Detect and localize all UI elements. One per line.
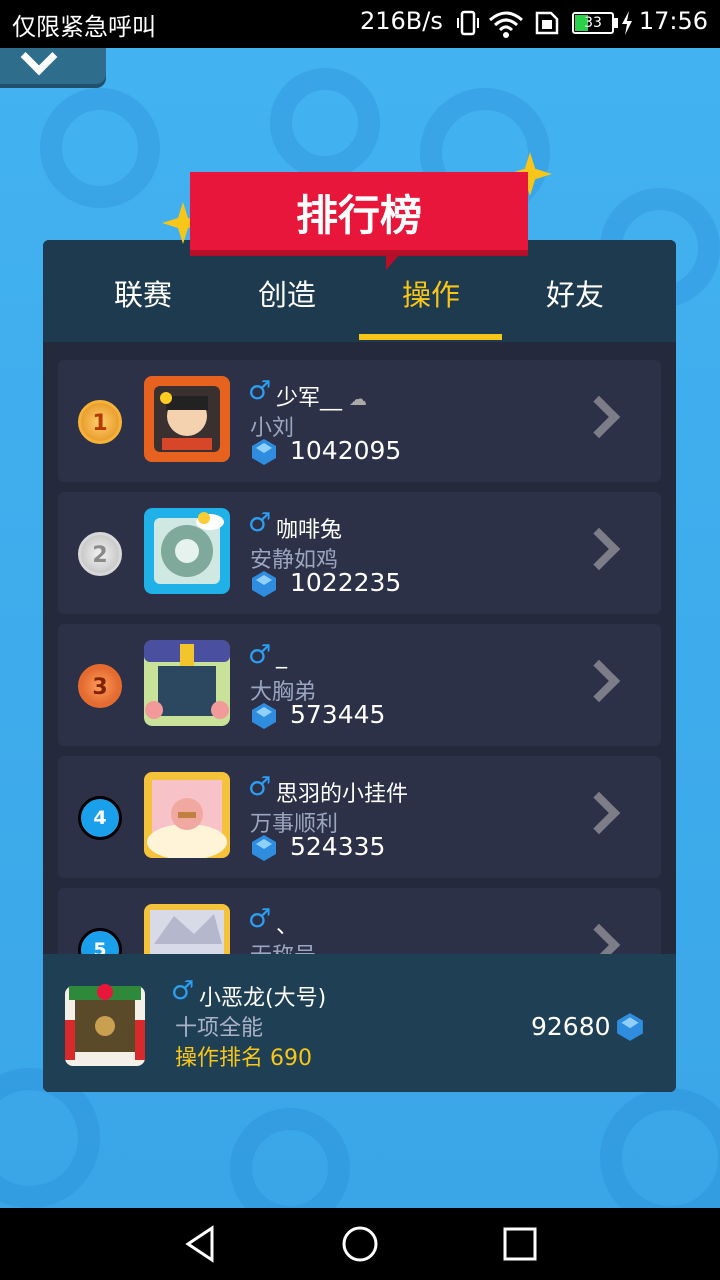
carrier-text: 仅限紧急呼叫 <box>12 13 156 41</box>
active-tab-indicator <box>359 334 502 340</box>
bg-decoration <box>40 88 160 208</box>
chevron-right-icon[interactable] <box>577 659 621 703</box>
my-name: 小恶龙(大号) <box>199 986 327 1011</box>
silver-medal-icon: 2 <box>78 532 122 576</box>
avatar <box>144 904 230 954</box>
navigation-bar <box>0 1208 720 1280</box>
leaderboard-row[interactable]: 2 ♂ 咖啡兔 安静如鸡 1022235 <box>58 492 661 614</box>
leaderboard-row[interactable]: 5 ♂ 、 无称号 <box>58 888 661 954</box>
sim-icon <box>535 11 559 35</box>
avatar <box>144 640 230 726</box>
player-score: 573445 <box>290 700 386 729</box>
avatar <box>65 984 145 1066</box>
cloud-icon: ☁ <box>349 389 368 410</box>
chevron-right-icon[interactable] <box>577 923 621 954</box>
diamond-icon <box>252 571 276 597</box>
banner-tail <box>386 254 400 270</box>
leaderboard-panel: 联赛 创造 操作 好友 1 ♂ 少军__ ☁ 小刘 1042095 2 ♂ 咖啡… <box>43 240 676 1092</box>
bg-decoration <box>600 1088 720 1208</box>
bronze-medal-icon: 3 <box>78 664 122 708</box>
male-icon: ♂ <box>171 976 195 1006</box>
male-icon: ♂ <box>248 376 272 406</box>
vibrate-icon <box>457 10 479 36</box>
page-title: 排行榜 <box>295 191 422 240</box>
gold-medal-icon: 1 <box>78 400 122 444</box>
my-score: 92680 <box>531 1012 611 1041</box>
home-circle-icon[interactable] <box>340 1224 380 1264</box>
bg-decoration <box>270 68 380 178</box>
male-icon: ♂ <box>248 904 272 934</box>
chevron-right-icon[interactable] <box>577 527 621 571</box>
leaderboard-row[interactable]: 3 ♂ _ 大胸弟 573445 <box>58 624 661 746</box>
male-icon: ♂ <box>248 772 272 802</box>
player-title: 无称号 <box>250 938 316 954</box>
chevron-right-icon[interactable] <box>577 395 621 439</box>
male-icon: ♂ <box>248 640 272 670</box>
title-banner: 排行榜 <box>190 172 528 256</box>
player-score: 524335 <box>290 832 386 861</box>
player-name: 少军__ ☁ <box>276 386 368 411</box>
my-title: 十项全能 <box>175 1016 264 1041</box>
rank-badge: 4 <box>78 796 122 840</box>
battery-level: 33 <box>584 15 602 31</box>
network-speed: 216B/s <box>360 7 443 35</box>
avatar <box>144 772 230 858</box>
player-name: 思羽的小挂件 <box>276 782 409 807</box>
player-name: 咖啡兔 <box>276 518 343 543</box>
leaderboard-row[interactable]: 4 ♂ 思羽的小挂件 万事顺利 524335 <box>58 756 661 878</box>
clock: 17:56 <box>638 7 708 35</box>
male-icon: ♂ <box>248 508 272 538</box>
battery-tip <box>614 18 618 28</box>
battery-icon: 33 <box>572 12 614 34</box>
chevron-right-icon[interactable] <box>577 791 621 835</box>
player-score: 1042095 <box>290 436 402 465</box>
diamond-icon <box>252 439 276 465</box>
diamond-icon <box>617 1013 643 1041</box>
diamond-icon <box>252 835 276 861</box>
my-rank: 操作排名 690 <box>175 1046 312 1071</box>
player-name: 、 <box>276 914 299 939</box>
bg-decoration <box>230 1108 350 1208</box>
back-triangle-icon[interactable] <box>180 1224 220 1264</box>
wifi-icon <box>489 11 523 38</box>
player-score: 1022235 <box>290 568 402 597</box>
avatar <box>144 376 230 462</box>
rank-badge: 5 <box>78 928 122 954</box>
diamond-icon <box>252 703 276 729</box>
my-rank-bar[interactable]: ♂ 小恶龙(大号) 十项全能 操作排名 690 92680 <box>43 954 676 1092</box>
leaderboard-row[interactable]: 1 ♂ 少军__ ☁ 小刘 1042095 <box>58 360 661 482</box>
player-name: _ <box>276 644 287 669</box>
back-button[interactable] <box>0 38 106 84</box>
avatar <box>144 508 230 594</box>
leaderboard-list[interactable]: 1 ♂ 少军__ ☁ 小刘 1042095 2 ♂ 咖啡兔 安静如鸡 10222… <box>43 342 676 954</box>
status-bar: 仅限紧急呼叫 216B/s 33 17:56 <box>0 0 720 48</box>
charging-icon <box>622 11 632 35</box>
recents-square-icon[interactable] <box>500 1224 540 1264</box>
